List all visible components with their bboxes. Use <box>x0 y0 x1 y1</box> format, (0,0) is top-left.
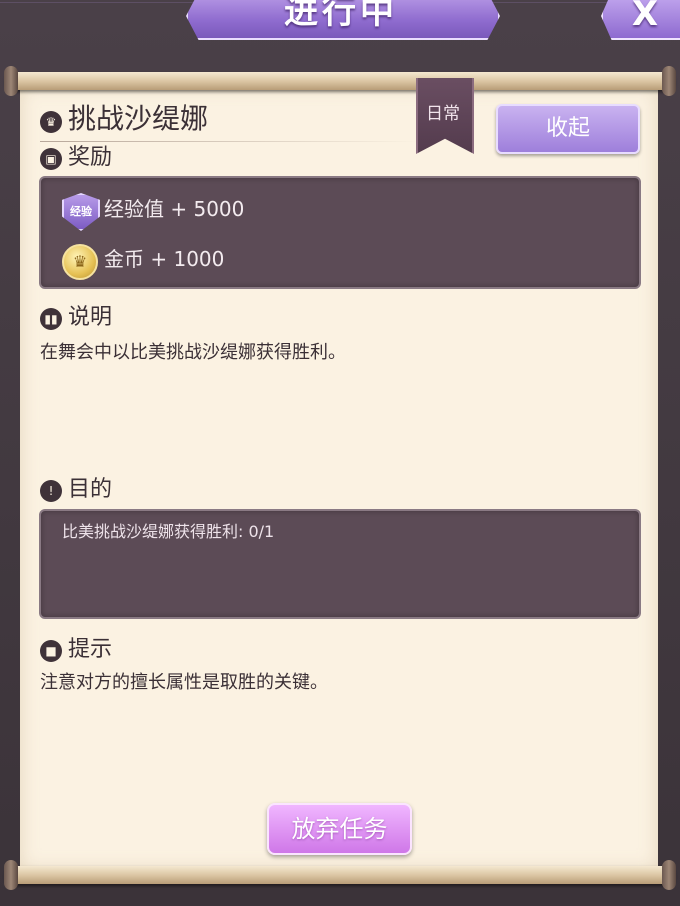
scroll-roller-bottom <box>4 860 676 890</box>
exclamation-icon: ! <box>40 480 62 502</box>
roller-cap-left <box>4 860 18 890</box>
reward-exp: 经验值 + 5000 <box>104 197 245 221</box>
quest-title: 挑战沙缇娜 <box>68 102 209 135</box>
status-banner <box>186 0 500 40</box>
roller-cap-right <box>662 860 676 890</box>
objective-text: 比美挑战沙缇娜获得胜利: 0/1 <box>62 522 275 541</box>
book-icon: ▮▮ <box>40 308 62 330</box>
hint-icon: ■ <box>40 640 62 662</box>
hint-text: 注意对方的擅长属性是取胜的关键。 <box>40 672 328 693</box>
reward-gold: 金币 + 1000 <box>104 247 225 271</box>
objective-heading: 目的 <box>68 477 113 502</box>
roller-cap-left <box>4 66 18 96</box>
description-heading: 说明 <box>68 305 113 330</box>
close-button[interactable]: X <box>601 0 680 40</box>
collapse-button[interactable]: 收起 <box>496 104 640 154</box>
gold-coin-icon: ♛ <box>62 244 98 280</box>
quest-type-label: 日常 <box>426 104 460 124</box>
roller-cap-right <box>662 66 676 96</box>
abandon-quest-button[interactable]: 放弃任务 <box>267 803 412 855</box>
hint-heading: 提示 <box>68 637 113 662</box>
scroll-roller-top <box>4 66 676 96</box>
crown-icon: ♛ <box>40 111 62 133</box>
rewards-heading: 奖励 <box>68 145 113 170</box>
gift-icon: ▣ <box>40 148 62 170</box>
divider <box>40 141 420 142</box>
description-text: 在舞会中以比美挑战沙缇娜获得胜利。 <box>40 342 346 363</box>
